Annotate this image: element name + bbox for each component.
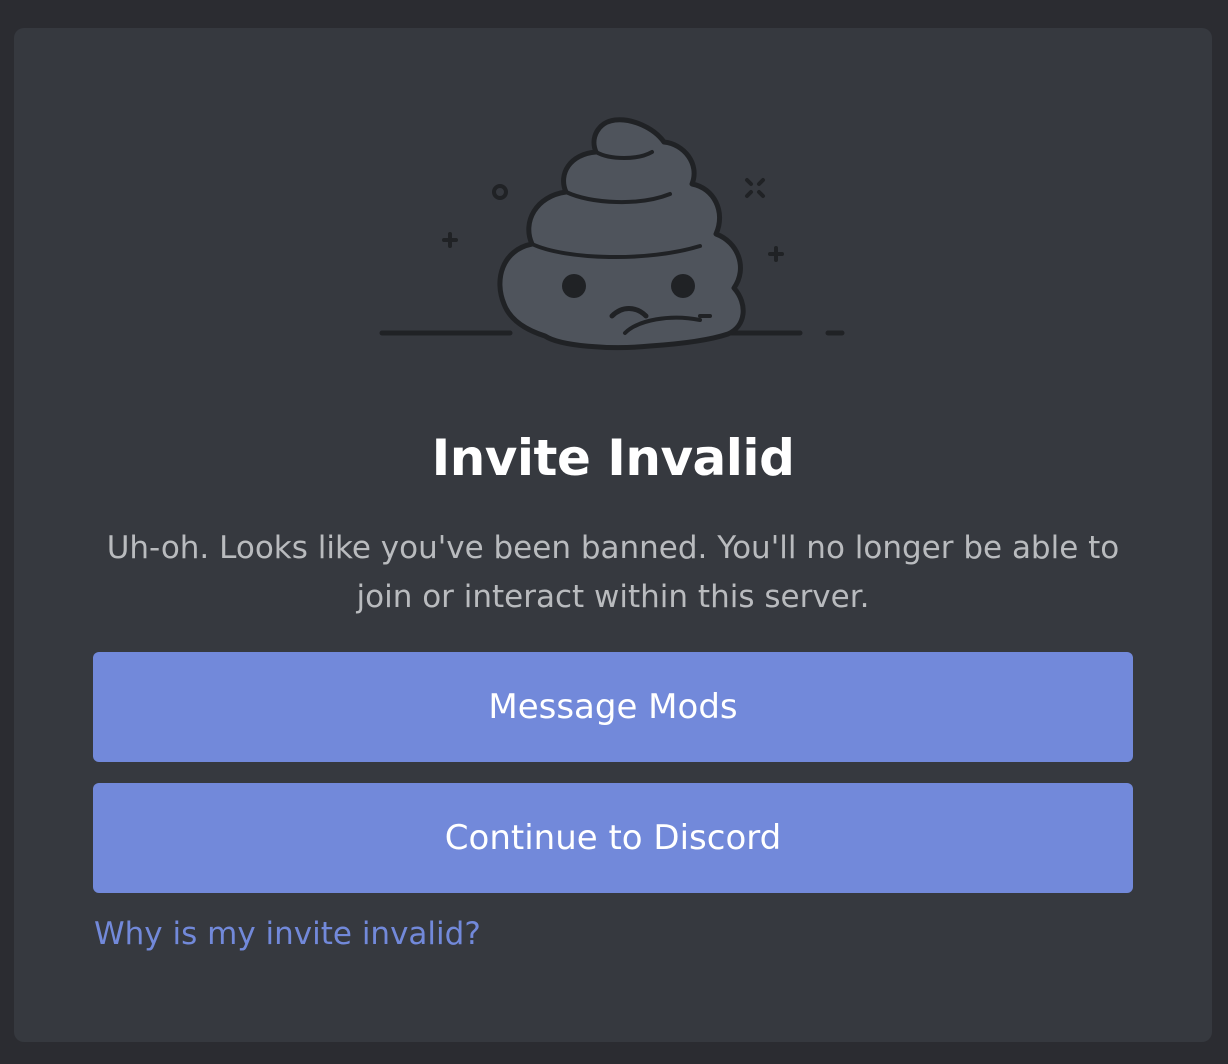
why-invite-invalid-link[interactable]: Why is my invite invalid? (94, 916, 481, 952)
modal-description: Uh-oh. Looks like you've been banned. Yo… (106, 530, 1120, 615)
modal-title: Invite Invalid (431, 429, 795, 487)
sad-poop-illustration-icon (379, 117, 845, 351)
illustration (14, 28, 1212, 388)
continue-to-discord-button[interactable]: Continue to Discord (93, 783, 1133, 893)
invite-invalid-modal: Invite Invalid Uh-oh. Looks like you've … (14, 28, 1212, 1042)
message-mods-button[interactable]: Message Mods (93, 652, 1133, 762)
